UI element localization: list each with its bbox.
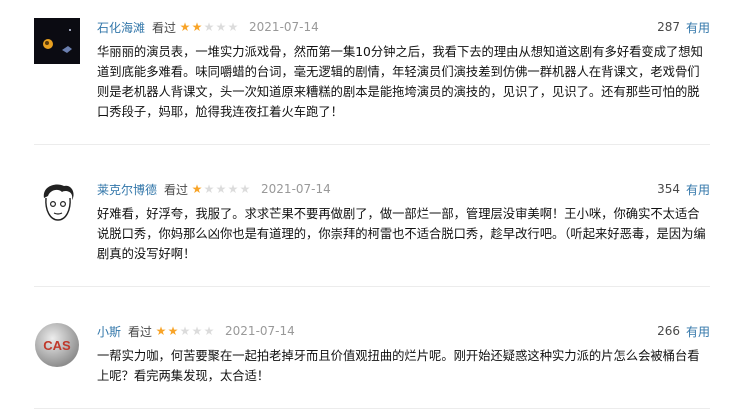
star-icon: ★ — [167, 324, 179, 338]
star-icon: ★ — [203, 182, 215, 196]
review-item: CAS 小斯 看过 ★ ★ ★ ★ ★ 2021-07-14 266 有用 一帮… — [34, 322, 710, 392]
vote-area: 266 有用 — [657, 322, 710, 340]
review-meta: 莱克尔博德 看过 ★ ★ ★ ★ ★ 2021-07-14 — [97, 180, 331, 198]
avatar[interactable] — [34, 180, 80, 226]
watched-status: 看过 — [152, 20, 177, 35]
author-link[interactable]: 石化海滩 — [97, 19, 145, 36]
star-icon: ★ — [191, 324, 203, 338]
star-icon: ★ — [239, 182, 251, 196]
review-date: 2021-07-14 — [225, 324, 295, 338]
review-content: 华丽丽的演员表，一堆实力派戏骨，然而第一集10分钟之后，我看下去的理由从想知道这… — [97, 45, 703, 119]
divider — [34, 408, 710, 409]
star-icon: ★ — [215, 20, 227, 34]
star-icon: ★ — [179, 20, 191, 34]
star-icon: ★ — [227, 20, 239, 34]
star-icon: ★ — [179, 324, 191, 338]
review-item: 莱克尔博德 看过 ★ ★ ★ ★ ★ 2021-07-14 354 有用 好难看… — [34, 180, 710, 270]
review-date: 2021-07-14 — [261, 182, 331, 196]
divider — [34, 286, 710, 287]
star-icon: ★ — [227, 182, 239, 196]
rating-stars: ★ ★ ★ ★ ★ — [191, 183, 251, 195]
rating-stars: ★ ★ ★ ★ ★ — [179, 21, 239, 33]
avatar-logo-text: CAS — [43, 338, 71, 353]
avatar[interactable]: CAS — [34, 322, 80, 368]
useful-button[interactable]: 有用 — [686, 19, 710, 36]
watched-status: 看过 — [128, 324, 153, 339]
watched-status: 看过 — [164, 182, 189, 197]
vote-count: 266 — [657, 324, 680, 338]
review-content: 一帮实力咖，何苦要聚在一起拍老掉牙而且价值观扭曲的烂片呢。刚开始还疑惑这种实力派… — [97, 349, 700, 383]
vote-count: 287 — [657, 20, 680, 34]
star-icon: ★ — [191, 20, 203, 34]
review-date: 2021-07-14 — [249, 20, 319, 34]
star-icon: ★ — [203, 20, 215, 34]
vote-count: 354 — [657, 182, 680, 196]
star-icon: ★ — [191, 182, 203, 196]
avatar[interactable] — [34, 18, 80, 64]
rating-stars: ★ ★ ★ ★ ★ — [155, 325, 215, 337]
vote-area: 354 有用 — [657, 180, 710, 198]
star-icon: ★ — [155, 324, 167, 338]
useful-button[interactable]: 有用 — [686, 323, 710, 340]
useful-button[interactable]: 有用 — [686, 181, 710, 198]
review-meta: 小斯 看过 ★ ★ ★ ★ ★ 2021-07-14 — [97, 322, 295, 340]
review-content: 好难看，好浮夸，我服了。求求芒果不要再做剧了，做一部烂一部，管理层没审美啊！王小… — [97, 207, 706, 261]
review-item: 石化海滩 看过 ★ ★ ★ ★ ★ 2021-07-14 287 有用 华丽丽的… — [34, 18, 710, 128]
star-icon: ★ — [215, 182, 227, 196]
review-meta: 石化海滩 看过 ★ ★ ★ ★ ★ 2021-07-14 — [97, 18, 319, 36]
divider — [34, 144, 710, 145]
author-link[interactable]: 莱克尔博德 — [97, 181, 157, 198]
star-icon: ★ — [203, 324, 215, 338]
author-link[interactable]: 小斯 — [97, 323, 121, 340]
vote-area: 287 有用 — [657, 18, 710, 36]
